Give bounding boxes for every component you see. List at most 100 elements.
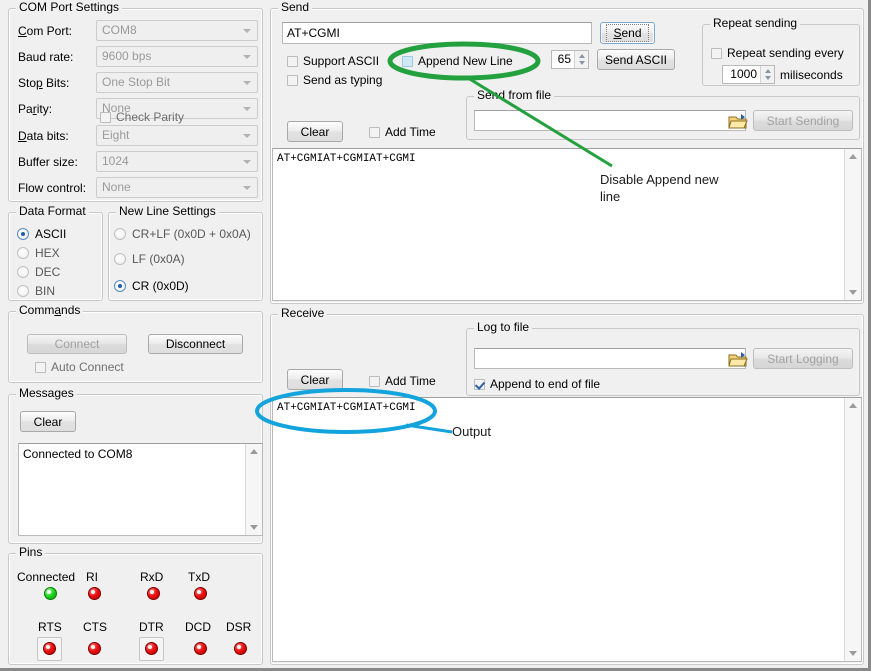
folder-open-icon[interactable] (728, 351, 748, 368)
receive-scrollbar[interactable] (844, 398, 861, 661)
repeat-sending-title: Repeat sending (710, 17, 800, 30)
checkbox-box (474, 379, 485, 390)
baud-rate-select[interactable]: 9600 bps (96, 46, 258, 67)
messages-scrollbar[interactable] (245, 444, 262, 535)
send-command-input[interactable]: AT+CGMI (282, 22, 592, 44)
spinner-up-icon[interactable] (579, 54, 585, 58)
pin-label-cts: CTS (83, 620, 107, 634)
receive-output-area[interactable]: AT+CGMIAT+CGMIAT+CGMI (272, 397, 862, 662)
auto-connect-checkbox[interactable]: Auto Connect (35, 360, 124, 374)
send-history-area[interactable]: AT+CGMIAT+CGMIAT+CGMI (272, 148, 862, 301)
messages-title: Messages (16, 387, 77, 400)
repeat-interval-spinner[interactable]: 1000 (722, 65, 775, 84)
radio-dot (114, 280, 126, 292)
flow-control-value: None (102, 180, 131, 194)
receive-add-time-checkbox[interactable]: Add Time (369, 374, 436, 388)
folder-open-icon[interactable] (728, 113, 748, 130)
baud-rate-label: Baud rate: (18, 50, 73, 64)
connect-button[interactable]: Connect (27, 334, 127, 354)
data-bits-select[interactable]: Eight (96, 125, 258, 146)
buffer-size-label: Buffer size: (18, 155, 78, 169)
com-port-select[interactable]: COM8 (96, 20, 258, 41)
messages-log-area[interactable]: Connected to COM8 (18, 443, 263, 536)
scroll-down-icon[interactable] (849, 290, 857, 295)
connect-label: Connect (55, 337, 100, 351)
pin-label-dtr: DTR (139, 620, 164, 634)
flow-control-label: Flow control: (18, 181, 86, 195)
spinner-arrows[interactable] (760, 66, 774, 83)
receive-title: Receive (278, 307, 327, 320)
radio-label: ASCII (35, 227, 66, 241)
scroll-up-icon[interactable] (849, 154, 857, 159)
support-ascii-checkbox[interactable]: Support ASCII (287, 54, 379, 68)
radio-data-format-dec[interactable]: DEC (17, 265, 60, 279)
data-format-title: Data Format (16, 205, 89, 218)
send-ascii-button[interactable]: Send ASCII (597, 49, 675, 70)
start-logging-button[interactable]: Start Logging (753, 348, 853, 369)
send-history-text: AT+CGMIAT+CGMIAT+CGMI (277, 152, 843, 166)
com-port-value: COM8 (102, 23, 137, 37)
spinner-down-icon[interactable] (765, 76, 771, 80)
ascii-code-spinner[interactable]: 65 (551, 50, 589, 69)
scroll-up-icon[interactable] (849, 403, 857, 408)
radio-data-format-bin[interactable]: BIN (17, 284, 55, 298)
annotation-text-output: Output (452, 423, 491, 440)
append-new-line-checkbox[interactable]: Append New Line (402, 54, 513, 68)
baud-rate-value: 9600 bps (102, 49, 151, 63)
send-button-label: Send (606, 24, 648, 42)
chevron-down-icon (243, 134, 251, 138)
send-file-path-input[interactable] (474, 110, 746, 131)
scroll-down-icon[interactable] (250, 525, 258, 530)
checkbox-box (35, 362, 46, 373)
pin-led-dsr (234, 642, 247, 655)
chevron-down-icon (243, 186, 251, 190)
check-parity-label: Check Parity (116, 110, 184, 124)
radio-newline-crlf[interactable]: CR+LF (0x0D + 0x0A) (114, 227, 251, 241)
radio-label: BIN (35, 284, 55, 298)
messages-clear-button[interactable]: Clear (20, 411, 76, 432)
radio-newline-cr[interactable]: CR (0x0D) (114, 279, 189, 293)
chevron-down-icon (243, 29, 251, 33)
pin-led-connected (44, 587, 57, 600)
com-port-settings-title: COM Port Settings (16, 1, 122, 14)
repeat-sending-checkbox[interactable]: Repeat sending every (711, 46, 844, 60)
pin-led-rxd (147, 587, 160, 600)
scroll-down-icon[interactable] (849, 651, 857, 656)
stop-bits-select[interactable]: One Stop Bit (96, 72, 258, 93)
radio-newline-lf[interactable]: LF (0x0A) (114, 252, 185, 266)
pin-led-ri (88, 587, 101, 600)
send-clear-button[interactable]: Clear (287, 121, 343, 142)
pin-label-rts: RTS (38, 620, 62, 634)
clear-label: Clear (301, 373, 330, 387)
checkbox-box (369, 376, 380, 387)
stop-bits-value: One Stop Bit (102, 75, 170, 89)
send-button[interactable]: Send (600, 22, 655, 44)
spinner-up-icon[interactable] (765, 69, 771, 73)
buffer-size-select[interactable]: 1024 (96, 151, 258, 172)
clear-label: Clear (301, 125, 330, 139)
chevron-down-icon (243, 107, 251, 111)
start-sending-button[interactable]: Start Sending (753, 110, 853, 131)
send-history-scrollbar[interactable] (844, 149, 861, 300)
radio-data-format-hex[interactable]: HEX (17, 246, 60, 260)
chevron-down-icon (243, 81, 251, 85)
scroll-up-icon[interactable] (250, 449, 258, 454)
append-to-end-of-file-checkbox[interactable]: Append to end of file (474, 377, 600, 391)
spinner-arrows[interactable] (574, 51, 588, 68)
ascii-code-value: 65 (552, 51, 574, 68)
send-add-time-checkbox[interactable]: Add Time (369, 125, 436, 139)
pin-label-rxd: RxD (140, 570, 163, 584)
receive-clear-button[interactable]: Clear (287, 369, 343, 390)
flow-control-select[interactable]: None (96, 177, 258, 198)
send-as-typing-label: Send as typing (303, 73, 382, 87)
disconnect-button[interactable]: Disconnect (148, 334, 243, 354)
send-as-typing-checkbox[interactable]: Send as typing (287, 73, 382, 87)
pin-label-ri: RI (86, 570, 98, 584)
check-parity-checkbox[interactable]: Check Parity (100, 110, 184, 124)
com-port-label: Com Port: (18, 24, 72, 38)
log-to-file-title: Log to file (474, 321, 532, 334)
log-file-path-input[interactable] (474, 348, 746, 369)
spinner-down-icon[interactable] (579, 61, 585, 65)
support-ascii-label: Support ASCII (303, 54, 379, 68)
radio-data-format-ascii[interactable]: ASCII (17, 227, 66, 241)
